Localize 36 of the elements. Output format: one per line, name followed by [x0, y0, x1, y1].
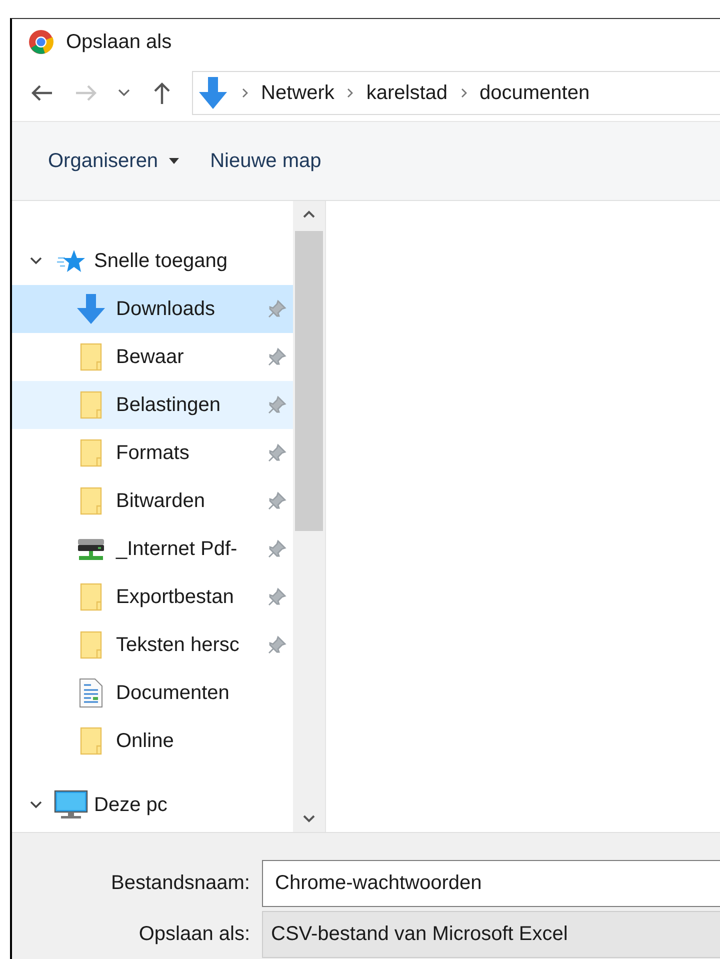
tree-item[interactable]: Bitwarden — [12, 477, 293, 525]
caret-icon — [168, 157, 180, 165]
breadcrumb-item[interactable]: documenten — [480, 82, 590, 104]
window-title: Opslaan als — [66, 30, 172, 54]
tree-group[interactable]: Snelle toegang — [12, 237, 293, 285]
scrollbar-thumb[interactable] — [295, 231, 323, 531]
tree-group[interactable]: Deze pc — [12, 781, 293, 829]
download-arrow-icon — [197, 76, 229, 110]
chevron-right-icon — [460, 87, 468, 99]
tree-item[interactable]: Teksten hersc — [12, 621, 293, 669]
back-arrow-icon[interactable] — [30, 83, 54, 103]
filename-field[interactable]: Chrome-wachtwoorden — [262, 860, 720, 907]
tree-item[interactable]: Documenten — [12, 669, 293, 717]
browser-logo-icon — [28, 29, 54, 55]
file-type-dropdown[interactable]: CSV-bestand van Microsoft Excel — [262, 911, 720, 958]
field-label: Bestandsnaam: — [110, 872, 251, 895]
chevron-right-icon — [241, 87, 249, 99]
scrollbar[interactable] — [293, 201, 325, 832]
tree-item[interactable]: Bewaar — [12, 333, 293, 381]
tree-item[interactable]: Downloads — [12, 285, 293, 333]
computer-icon — [54, 790, 88, 820]
breadcrumb-item[interactable]: Netwerk — [261, 82, 334, 104]
tree-item[interactable]: Exportbestan — [12, 573, 293, 621]
tree-item[interactable]: Online — [12, 717, 293, 765]
tree-item[interactable]: Belastingen — [12, 381, 293, 429]
chevron-right-icon — [346, 87, 354, 99]
up-arrow-icon[interactable] — [152, 81, 172, 105]
tree-item[interactable]: Formats — [12, 429, 293, 477]
new-folder-button[interactable]: Nieuwe map — [210, 144, 322, 178]
chevron-down-icon[interactable] — [118, 89, 130, 97]
breadcrumb-item[interactable]: karelstad — [366, 82, 448, 104]
field-label: Opslaan als: — [138, 923, 251, 946]
tree-item[interactable]: _Internet Pdf- — [12, 525, 293, 573]
organize-menu-button[interactable]: Organiseren — [48, 144, 180, 178]
address-bar[interactable]: Netwerk karelstad documenten — [192, 71, 720, 115]
download-arrow-icon — [74, 293, 108, 325]
